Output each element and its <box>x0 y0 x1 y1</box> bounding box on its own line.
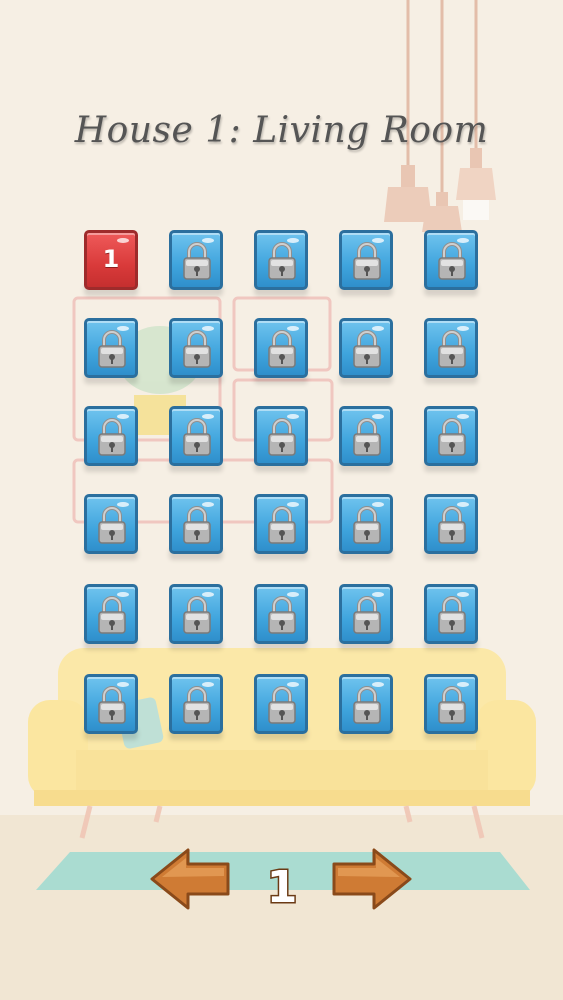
padlock-icon <box>98 686 126 724</box>
level-tile-locked[interactable] <box>169 318 223 378</box>
level-tile-locked[interactable] <box>424 318 478 378</box>
padlock-icon <box>268 596 296 634</box>
padlock-icon <box>183 596 211 634</box>
level-tile-locked[interactable] <box>84 406 138 466</box>
padlock-icon <box>183 506 211 544</box>
padlock-icon <box>438 686 466 724</box>
padlock-icon <box>268 418 296 456</box>
level-tile-locked[interactable] <box>339 494 393 554</box>
arrow-left-icon <box>150 848 230 910</box>
next-page-button[interactable] <box>328 846 414 912</box>
padlock-icon <box>353 242 381 280</box>
level-tile-locked[interactable] <box>339 674 393 734</box>
level-tile-locked[interactable] <box>169 494 223 554</box>
padlock-icon <box>268 330 296 368</box>
padlock-icon <box>353 506 381 544</box>
level-tile-locked[interactable] <box>339 230 393 290</box>
level-tile-locked[interactable] <box>84 494 138 554</box>
padlock-icon <box>268 242 296 280</box>
padlock-icon <box>268 506 296 544</box>
padlock-icon <box>353 596 381 634</box>
padlock-icon <box>268 686 296 724</box>
padlock-icon <box>353 686 381 724</box>
level-tile-locked[interactable] <box>339 584 393 644</box>
tile-gloss <box>117 238 129 243</box>
arrow-right-icon <box>332 848 412 910</box>
padlock-icon <box>438 418 466 456</box>
current-page-number: 1 <box>265 861 299 915</box>
padlock-icon <box>438 242 466 280</box>
level-tile-locked[interactable] <box>254 584 308 644</box>
level-tile-locked[interactable] <box>84 674 138 734</box>
level-tile-locked[interactable] <box>254 674 308 734</box>
level-tile-locked[interactable] <box>254 494 308 554</box>
padlock-icon <box>98 596 126 634</box>
level-tile-locked[interactable] <box>339 318 393 378</box>
level-tile-locked[interactable] <box>424 584 478 644</box>
padlock-icon <box>353 330 381 368</box>
level-tile-locked[interactable] <box>254 406 308 466</box>
level-tile-locked[interactable] <box>424 406 478 466</box>
level-tile-locked[interactable] <box>339 406 393 466</box>
padlock-icon <box>183 686 211 724</box>
level-number: 1 <box>102 245 120 273</box>
padlock-icon <box>183 418 211 456</box>
level-grid: 1 <box>0 0 563 760</box>
padlock-icon <box>438 330 466 368</box>
level-tile-locked[interactable] <box>424 494 478 554</box>
padlock-icon <box>438 596 466 634</box>
level-tile-locked[interactable] <box>169 584 223 644</box>
padlock-icon <box>438 506 466 544</box>
padlock-icon <box>183 330 211 368</box>
level-tile-locked[interactable] <box>169 674 223 734</box>
padlock-icon <box>183 242 211 280</box>
level-tile-locked[interactable] <box>169 406 223 466</box>
level-tile-unlocked[interactable]: 1 <box>84 230 138 290</box>
padlock-icon <box>353 418 381 456</box>
level-tile-locked[interactable] <box>424 230 478 290</box>
padlock-icon <box>98 330 126 368</box>
level-tile-locked[interactable] <box>169 230 223 290</box>
level-tile-locked[interactable] <box>254 318 308 378</box>
level-tile-locked[interactable] <box>424 674 478 734</box>
level-tile-locked[interactable] <box>254 230 308 290</box>
padlock-icon <box>98 506 126 544</box>
level-tile-locked[interactable] <box>84 584 138 644</box>
level-tile-locked[interactable] <box>84 318 138 378</box>
padlock-icon <box>98 418 126 456</box>
prev-page-button[interactable] <box>148 846 234 912</box>
